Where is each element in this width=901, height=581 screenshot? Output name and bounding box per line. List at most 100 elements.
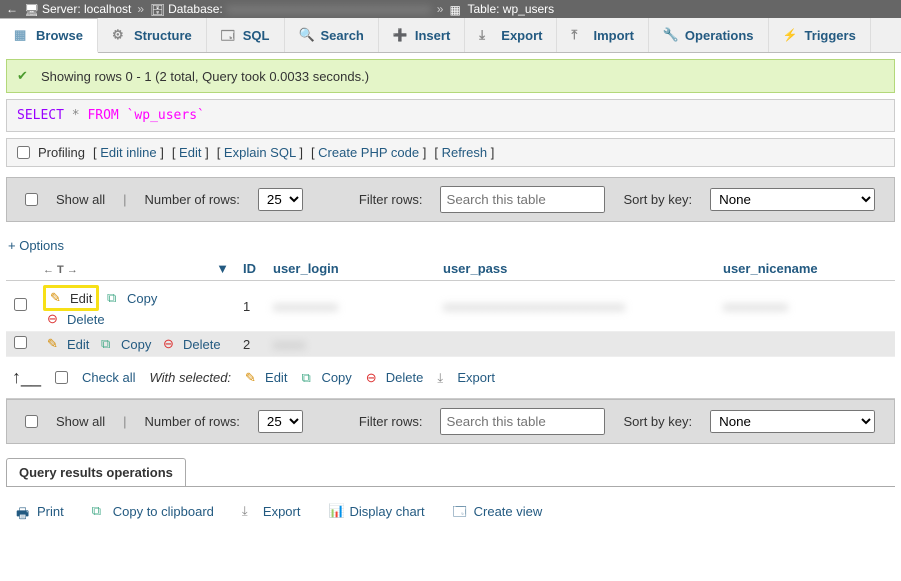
num-rows-select[interactable]: 25 bbox=[258, 410, 303, 433]
row-checkbox[interactable] bbox=[14, 336, 27, 349]
create-php-link[interactable]: Create PHP code bbox=[318, 145, 419, 160]
server-icon: 🖥 bbox=[24, 3, 38, 15]
breadcrumb-database[interactable]: 🗄 Database: xxxxxxxxxxxxxxxxxxxxxxxxxxxx… bbox=[150, 2, 431, 16]
breadcrumb-sep: » bbox=[437, 2, 444, 16]
table-row: Edit Copy Delete 2 xxxxx bbox=[6, 332, 895, 357]
filter-input[interactable] bbox=[440, 186, 605, 213]
back-icon[interactable]: ← bbox=[6, 2, 18, 16]
bulk-edit[interactable]: Edit bbox=[245, 370, 287, 386]
th-user-pass[interactable]: user_pass bbox=[435, 257, 715, 281]
profiling-checkbox[interactable] bbox=[17, 146, 30, 159]
tab-structure[interactable]: Structure bbox=[98, 18, 207, 52]
browse-icon bbox=[14, 27, 30, 43]
panel-title: Query results operations bbox=[6, 458, 186, 486]
view-icon bbox=[453, 503, 469, 519]
refresh-link[interactable]: Refresh bbox=[442, 145, 488, 160]
edit-inline-link[interactable]: Edit inline bbox=[100, 145, 156, 160]
cell-user-login: xxxxx bbox=[273, 337, 306, 352]
query-results-panel: Query results operations Print Copy to c… bbox=[6, 458, 895, 535]
options-toggle[interactable]: + Options bbox=[6, 234, 895, 257]
tab-browse[interactable]: Browse bbox=[0, 18, 98, 53]
delete-row[interactable]: Delete bbox=[43, 311, 109, 327]
print-icon bbox=[16, 503, 32, 519]
bulk-delete[interactable]: Delete bbox=[366, 370, 424, 386]
tab-operations[interactable]: Operations bbox=[649, 18, 769, 52]
pencil-icon bbox=[245, 370, 261, 386]
delete-icon bbox=[47, 311, 63, 327]
show-all-label: Show all bbox=[56, 192, 105, 207]
tab-import[interactable]: Import bbox=[557, 18, 648, 52]
copy-row[interactable]: Copy bbox=[103, 290, 161, 306]
sort-desc-icon[interactable]: ▼ bbox=[216, 261, 229, 276]
database-icon: 🗄 bbox=[150, 3, 164, 15]
explain-sql-link[interactable]: Explain SQL bbox=[224, 145, 296, 160]
move-col-icons[interactable]: ← T → bbox=[43, 264, 78, 276]
edit-row-highlighted[interactable]: Edit bbox=[43, 285, 99, 311]
th-id[interactable]: ID bbox=[235, 257, 265, 281]
create-view-button[interactable]: Create view bbox=[453, 503, 543, 519]
tab-export[interactable]: Export bbox=[465, 18, 557, 52]
table-icon: ▦ bbox=[449, 3, 463, 15]
filter-label: Filter rows: bbox=[359, 192, 423, 207]
controls-top: Show all | Number of rows: 25 Filter row… bbox=[6, 177, 895, 222]
th-user-login[interactable]: user_login bbox=[265, 257, 435, 281]
sort-label: Sort by key: bbox=[623, 192, 692, 207]
check-all-link[interactable]: Check all bbox=[82, 370, 135, 385]
cell-id: 2 bbox=[235, 332, 265, 357]
show-all-checkbox[interactable] bbox=[25, 415, 38, 428]
controls-bottom: Show all | Number of rows: 25 Filter row… bbox=[6, 399, 895, 444]
breadcrumb-table[interactable]: ▦ Table: wp_users bbox=[449, 2, 554, 16]
bulk-export[interactable]: Export bbox=[437, 370, 495, 386]
copy-icon bbox=[301, 370, 317, 386]
copy-icon bbox=[101, 336, 117, 352]
display-chart-button[interactable]: Display chart bbox=[328, 503, 424, 519]
copy-row[interactable]: Copy bbox=[97, 336, 155, 352]
export-button[interactable]: Export bbox=[242, 503, 301, 519]
table-row: Edit Copy Delete 1 xxxxxxxxxx xxxxxxxxxx… bbox=[6, 281, 895, 332]
sort-label: Sort by key: bbox=[623, 414, 692, 429]
delete-row[interactable]: Delete bbox=[159, 336, 225, 352]
triggers-icon bbox=[783, 27, 799, 43]
arrow-up-icon: ↑__ bbox=[12, 367, 41, 388]
cell-user-pass: xxxxxxxxxxxxxxxxxxxxxxxxxxxx bbox=[443, 299, 625, 314]
filter-input[interactable] bbox=[440, 408, 605, 435]
cell-id: 1 bbox=[235, 281, 265, 332]
success-message: Showing rows 0 - 1 (2 total, Query took … bbox=[6, 59, 895, 93]
num-rows-label: Number of rows: bbox=[145, 414, 240, 429]
cell-user-nicename: xxxxxxxxxx bbox=[723, 299, 788, 314]
results-table: ← T → ▼ ID user_login user_pass user_nic… bbox=[6, 257, 895, 357]
print-button[interactable]: Print bbox=[16, 503, 64, 519]
tab-triggers[interactable]: Triggers bbox=[769, 18, 871, 52]
th-user-nicename[interactable]: user_nicename bbox=[715, 257, 895, 281]
num-rows-select[interactable]: 25 bbox=[258, 188, 303, 211]
chart-icon bbox=[328, 503, 344, 519]
breadcrumb-server[interactable]: 🖥 Server: localhost bbox=[24, 2, 131, 16]
filter-label: Filter rows: bbox=[359, 414, 423, 429]
delete-icon bbox=[366, 370, 382, 386]
check-icon bbox=[17, 68, 33, 84]
search-icon bbox=[299, 27, 315, 43]
profiling-label: Profiling bbox=[38, 145, 85, 160]
edit-row[interactable]: Edit bbox=[43, 336, 93, 352]
breadcrumb: ← 🖥 Server: localhost » 🗄 Database: xxxx… bbox=[0, 0, 901, 18]
bulk-copy[interactable]: Copy bbox=[301, 370, 351, 386]
th-actions: ← T → ▼ bbox=[35, 257, 235, 281]
tab-search[interactable]: Search bbox=[285, 18, 379, 52]
insert-icon bbox=[393, 27, 409, 43]
tab-sql[interactable]: SQL bbox=[207, 18, 285, 52]
import-icon bbox=[571, 27, 587, 43]
copy-icon bbox=[107, 290, 123, 306]
edit-link[interactable]: Edit bbox=[179, 145, 201, 160]
sort-key-select[interactable]: None bbox=[710, 188, 875, 211]
sort-key-select[interactable]: None bbox=[710, 410, 875, 433]
cell-user-login: xxxxxxxxxx bbox=[273, 299, 338, 314]
sql-query: SELECT * FROM `wp_users` bbox=[6, 99, 895, 132]
export-icon bbox=[242, 503, 258, 519]
tab-insert[interactable]: Insert bbox=[379, 18, 465, 52]
show-all-checkbox[interactable] bbox=[25, 193, 38, 206]
check-all-checkbox[interactable] bbox=[55, 371, 68, 384]
sql-icon bbox=[221, 27, 237, 43]
show-all-label: Show all bbox=[56, 414, 105, 429]
row-checkbox[interactable] bbox=[14, 298, 27, 311]
copy-clipboard-button[interactable]: Copy to clipboard bbox=[92, 503, 214, 519]
